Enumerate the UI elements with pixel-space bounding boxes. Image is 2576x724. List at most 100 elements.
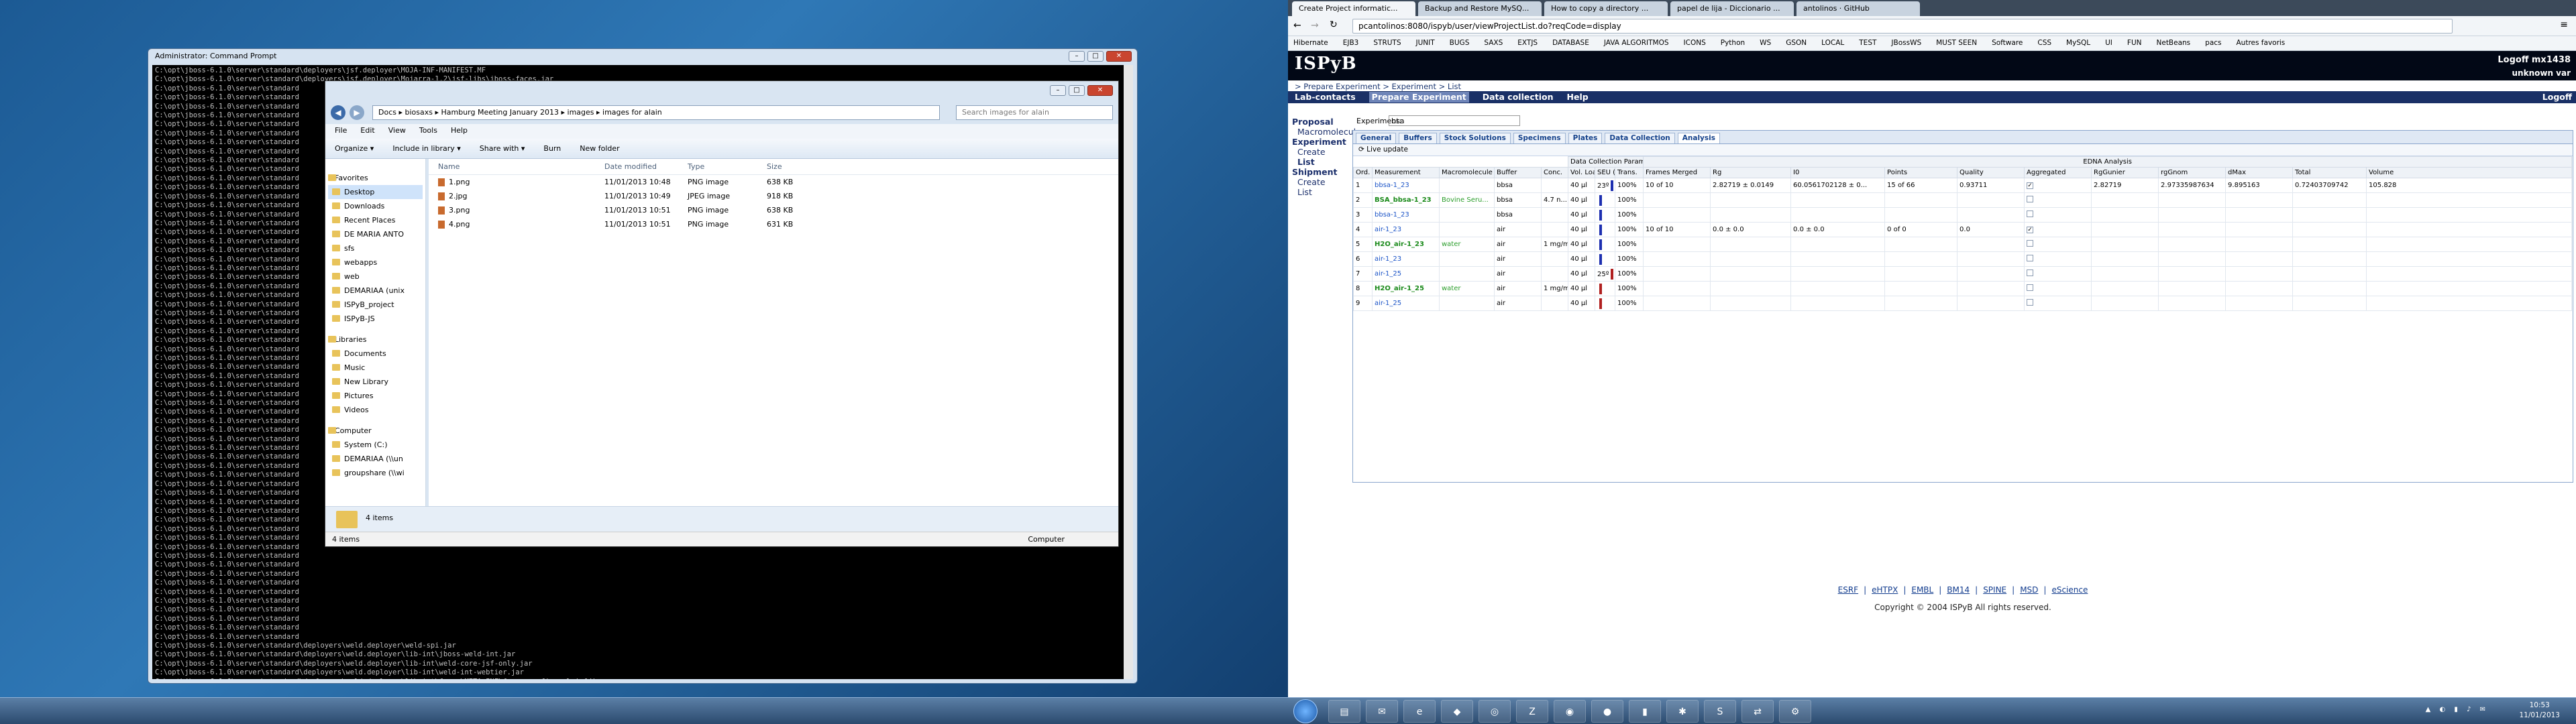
nav-item[interactable]: web xyxy=(328,269,423,284)
tab-stock-solutions[interactable]: Stock Solutions xyxy=(1439,133,1511,143)
browser-tab[interactable]: Backup and Restore MySQ... xyxy=(1418,1,1542,16)
left-menu-item[interactable]: Proposal xyxy=(1292,117,1348,127)
filezilla-icon[interactable]: Z xyxy=(1516,700,1548,723)
bookmark-item[interactable]: MUST SEEN xyxy=(1936,39,1977,48)
bookmark-item[interactable]: UI xyxy=(2105,39,2112,48)
app-icon[interactable]: ◆ xyxy=(1441,700,1473,723)
reload-icon[interactable]: ↻ xyxy=(1330,19,1338,30)
footer-link[interactable]: BM14 xyxy=(1947,585,1970,595)
nav-item[interactable]: Videos xyxy=(328,403,423,417)
measurement-link[interactable]: bbsa-1_23 xyxy=(1375,211,1409,219)
logoff-link[interactable]: Logoff mx1438 xyxy=(2498,55,2571,65)
skype-icon[interactable]: S xyxy=(1704,700,1736,723)
nav-item[interactable]: Favorites xyxy=(328,171,423,185)
aggregated-checkbox[interactable] xyxy=(2027,255,2034,261)
aggregated-checkbox[interactable] xyxy=(2027,299,2034,306)
clock[interactable]: 10:53 11/01/2013 xyxy=(2519,701,2560,721)
file-row[interactable]: 2.jpg 11/01/2013 10:49 JPEG image 918 KB xyxy=(429,189,1118,203)
nav-logoff[interactable]: Logoff xyxy=(2542,92,2572,102)
nav-item[interactable]: Data collection xyxy=(1483,92,1554,103)
footer-link[interactable]: ESRF xyxy=(1838,585,1858,595)
nav-item[interactable]: Libraries xyxy=(328,333,423,347)
system-tray[interactable]: ▲ ◐ ▮ ♪ ✉ xyxy=(2426,706,2489,713)
column-header[interactable]: RgGunier xyxy=(2091,167,2159,178)
menu-item-help[interactable]: Help xyxy=(451,126,468,137)
nav-item[interactable]: Desktop xyxy=(328,185,423,199)
aggregated-checkbox[interactable] xyxy=(2027,210,2034,217)
bookmark-item[interactable]: JUNIT xyxy=(1416,39,1435,48)
column-header[interactable]: Trans. xyxy=(1615,167,1644,178)
firefox-icon[interactable]: ◎ xyxy=(1479,700,1511,723)
browser-tab[interactable]: antolinos · GitHub xyxy=(1796,1,1920,16)
maximize-button[interactable]: □ xyxy=(1069,85,1085,96)
aggregated-checkbox[interactable] xyxy=(2027,284,2034,291)
close-button[interactable]: ✕ xyxy=(1106,51,1132,62)
cmd-scrollbar[interactable] xyxy=(1124,65,1133,679)
network-icon[interactable]: ⇄ xyxy=(1741,700,1774,723)
toolbar-button[interactable]: Include in library ▾ xyxy=(392,144,460,153)
bookmark-item[interactable]: DATABASE xyxy=(1552,39,1589,48)
column-header[interactable]: Frames Merged xyxy=(1643,167,1711,178)
bookmark-item[interactable]: WS xyxy=(1760,39,1771,48)
measurement-link[interactable]: air-1_23 xyxy=(1375,226,1401,233)
bookmark-item[interactable]: EXTJS xyxy=(1517,39,1538,48)
nav-item[interactable]: Prepare Experiment xyxy=(1368,92,1469,103)
nav-item[interactable]: System (C:) xyxy=(328,438,423,452)
browser-tab[interactable]: papel de lija - Diccionario ... xyxy=(1670,1,1794,16)
menu-item-view[interactable]: View xyxy=(388,126,406,137)
column-header[interactable]: SEU (C) xyxy=(1595,167,1616,178)
nav-item[interactable]: Lab-contacts xyxy=(1295,92,1356,103)
measurement-link[interactable]: air-1_25 xyxy=(1375,270,1401,278)
measurement-link[interactable]: bbsa-1_23 xyxy=(1375,182,1409,189)
measurement-link[interactable]: BSA_bbsa-1_23 xyxy=(1375,196,1432,204)
nav-item[interactable]: Help xyxy=(1567,92,1589,103)
nav-item[interactable]: Recent Places xyxy=(328,213,423,227)
nav-item[interactable]: Computer xyxy=(328,424,423,438)
table-row[interactable]: 4 air-1_23 air 40 µl 100% 10 of 10 0.0 ± 0.0 0.… xyxy=(1353,222,2573,237)
bookmark-item[interactable]: pacs xyxy=(2205,39,2221,48)
back-arrow-icon[interactable]: ◀ xyxy=(331,105,345,120)
bookmark-item[interactable]: MySQL xyxy=(2066,39,2090,48)
bookmark-item[interactable]: JAVA ALGORITMOS xyxy=(1604,39,1669,48)
column-header[interactable]: Size xyxy=(767,159,834,174)
nav-item[interactable]: DE MARIA ANTO xyxy=(328,227,423,241)
nav-item[interactable]: sfs xyxy=(328,241,423,255)
left-menu-item[interactable]: Create xyxy=(1292,147,1348,157)
aggregated-checkbox[interactable] xyxy=(2027,240,2034,247)
nav-item[interactable]: DEMARIAA (unix xyxy=(328,284,423,298)
footer-link[interactable]: MSD xyxy=(2020,585,2038,595)
column-header[interactable]: Type xyxy=(688,159,767,174)
nav-item[interactable]: Music xyxy=(328,361,423,375)
footer-link[interactable]: SPINE xyxy=(1983,585,2006,595)
table-row[interactable]: 7 air-1_25 air 40 µl 25º 100% xyxy=(1353,266,2573,282)
table-row[interactable]: 6 air-1_23 air 40 µl 100% xyxy=(1353,251,2573,267)
column-header[interactable]: Date modified xyxy=(604,159,688,174)
folder-icon[interactable]: ▤ xyxy=(1328,700,1360,723)
column-header[interactable]: Quality xyxy=(1957,167,2025,178)
left-menu-item[interactable]: Shipment xyxy=(1292,167,1348,177)
tab-plates[interactable]: Plates xyxy=(1568,133,1603,143)
live-update-label[interactable]: Live update xyxy=(1366,145,1408,154)
bookmark-item[interactable]: FUN xyxy=(2127,39,2142,48)
toolbar-button[interactable]: New folder xyxy=(580,144,619,153)
left-menu-item[interactable]: Macromolecules xyxy=(1292,127,1365,137)
nav-item[interactable]: DEMARIAA (\\un xyxy=(328,452,423,466)
minimize-button[interactable]: – xyxy=(1050,85,1066,96)
toolbar-button[interactable]: Organize ▾ xyxy=(335,144,374,153)
browser-tab[interactable]: Create Project informatic... xyxy=(1292,1,1415,16)
table-row[interactable]: 3 bbsa-1_23 bbsa 40 µl 100% xyxy=(1353,207,2573,223)
tab-general[interactable]: General xyxy=(1356,133,1397,143)
column-header[interactable]: rgGnom xyxy=(2158,167,2226,178)
forward-arrow-icon[interactable]: → xyxy=(1311,20,1319,31)
aggregated-checkbox[interactable]: ✓ xyxy=(2027,182,2034,189)
bookmark-item[interactable]: LOCAL xyxy=(1821,39,1844,48)
column-header[interactable]: Macromolecule xyxy=(1439,167,1495,178)
cmd-icon[interactable]: ▮ xyxy=(1629,700,1661,723)
menu-item-edit[interactable]: Edit xyxy=(360,126,374,137)
toolbar-button[interactable]: Burn xyxy=(543,144,561,153)
bookmark-item[interactable]: STRUTS xyxy=(1373,39,1401,48)
close-button[interactable]: ✕ xyxy=(1087,85,1113,96)
column-header[interactable]: Total xyxy=(2292,167,2367,178)
left-menu-item[interactable]: Experiment xyxy=(1292,137,1348,147)
table-row[interactable]: 8 H2O_air-1_25 water air 1 mg/ml40 µl 100% xyxy=(1353,281,2573,296)
